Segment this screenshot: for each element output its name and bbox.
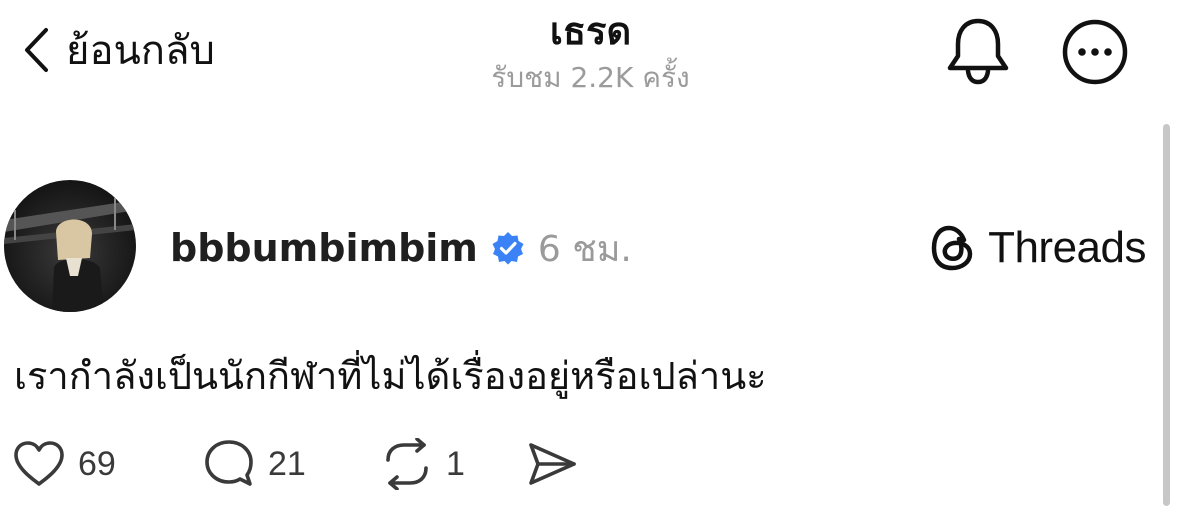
heart-icon	[14, 441, 64, 486]
threads-label: Threads	[988, 223, 1146, 272]
back-button[interactable]: ย้อนกลับ	[22, 22, 215, 78]
bell-icon	[947, 18, 1009, 85]
thread-post: bbbumbimbim 6 ชม. Threads เรากำลังเป็นนั…	[0, 170, 1160, 506]
repost-button[interactable]: 1	[380, 438, 526, 490]
like-count: 69	[78, 444, 116, 483]
post-actions: 69 21 1	[12, 436, 578, 492]
scrollbar[interactable]	[1163, 124, 1170, 506]
comment-icon	[205, 440, 253, 486]
like-button[interactable]: 69	[12, 440, 202, 488]
verified-badge-icon	[492, 232, 524, 265]
top-bar: ย้อนกลับ เธรด รับชม 2.2K ครั้ง	[0, 0, 1181, 110]
post-text: เรากำลังเป็นนักกีฬาที่ไม่ได้เรื่องอยู่หร…	[14, 354, 767, 398]
post-header: bbbumbimbim 6 ชม.	[170, 220, 632, 276]
reply-button[interactable]: 21	[202, 438, 380, 490]
more-options-button[interactable]	[1061, 18, 1129, 91]
notifications-button[interactable]	[944, 16, 1012, 91]
threads-logo-icon	[931, 225, 973, 271]
chevron-left-icon	[25, 28, 48, 72]
share-button[interactable]	[526, 440, 578, 488]
username[interactable]: bbbumbimbim	[170, 226, 478, 270]
back-label: ย้อนกลับ	[66, 28, 215, 74]
profile-photo	[4, 180, 136, 312]
more-horizontal-icon	[1062, 19, 1128, 85]
send-icon	[529, 443, 576, 485]
threads-brand-link[interactable]: Threads	[930, 220, 1146, 276]
repost-count: 1	[446, 444, 465, 483]
avatar[interactable]	[4, 180, 136, 312]
post-time: 6 ชม.	[537, 228, 632, 270]
repost-icon	[386, 438, 428, 490]
reply-count: 21	[268, 444, 306, 483]
